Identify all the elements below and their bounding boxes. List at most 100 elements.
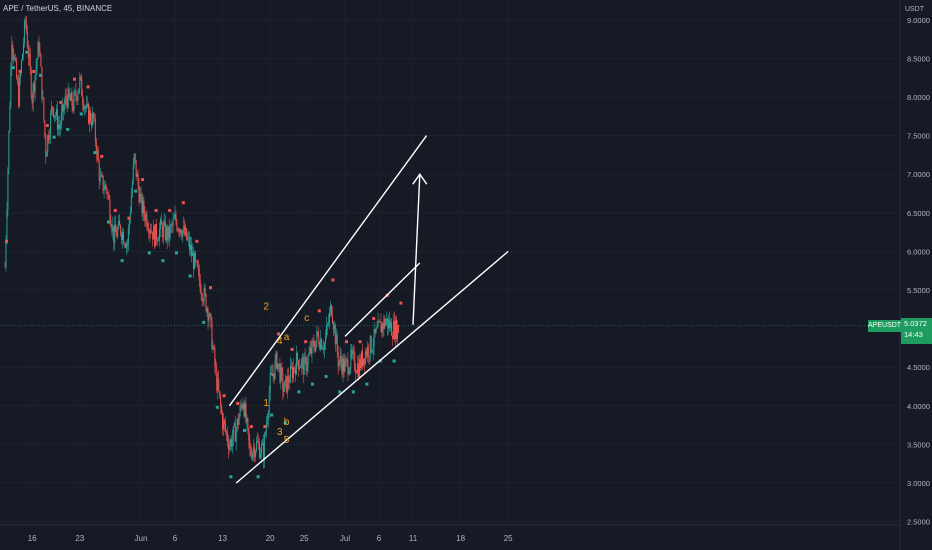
sell-flag (113, 208, 117, 212)
candle-body (49, 135, 51, 140)
candle-body (332, 322, 334, 330)
wave-label: b (284, 417, 290, 428)
y-tick-label: 8.0000 (907, 93, 930, 102)
candle-body (230, 439, 232, 448)
candle-body (138, 185, 140, 203)
sell-flag (59, 100, 63, 104)
y-tick-label: 9.0000 (907, 16, 930, 25)
candle-body (197, 266, 199, 270)
y-tick-label: 2.5000 (907, 518, 930, 527)
sell-flag (32, 69, 36, 73)
candle-body (98, 161, 100, 181)
candle-body (106, 189, 108, 194)
candle-body (29, 53, 31, 70)
x-tick-label: 13 (218, 534, 227, 543)
candle-body (323, 348, 325, 350)
sell-flag (399, 301, 403, 305)
candle-body (162, 224, 164, 238)
candle-body (309, 348, 311, 353)
candle-body (55, 115, 57, 117)
candle-body (369, 336, 371, 357)
candle-body (357, 363, 359, 374)
candle-body (336, 334, 338, 353)
candle-body (72, 106, 74, 111)
candle-body (60, 112, 62, 126)
candle-body (42, 97, 44, 99)
candle-body (183, 225, 185, 231)
candle-body (102, 175, 104, 191)
candle-body (123, 243, 125, 245)
candle-body (176, 222, 178, 231)
candle-body (40, 54, 42, 67)
candle-body (187, 238, 189, 240)
candle-body (12, 44, 14, 53)
price-chart[interactable]: 2 4 a c 1 b35 9.0000 8.5000 8.0000 7.5000 7.0000 6… (0, 0, 932, 550)
candle-body (366, 346, 368, 357)
y-tick-label: 7.5000 (907, 132, 930, 141)
candle-body (36, 59, 38, 68)
candle-body (211, 320, 213, 349)
sell-flag (141, 178, 144, 182)
candle-body (89, 110, 91, 124)
candle-body (113, 225, 115, 244)
candle-body (356, 372, 358, 374)
candle-body (65, 95, 67, 99)
candle-body (186, 228, 188, 240)
candle-body (259, 443, 261, 458)
candle-body (87, 103, 89, 105)
x-tick-label: 11 (409, 534, 418, 543)
candle-body (225, 431, 227, 434)
candle-body (131, 183, 133, 197)
candle-body (242, 403, 244, 409)
candle-body (345, 359, 347, 362)
y-tick-label: 4.0000 (907, 402, 930, 411)
candle-body (321, 339, 323, 350)
candle-body (258, 442, 260, 444)
candle-body (92, 112, 94, 119)
candle-body (217, 378, 219, 391)
candle-body (222, 413, 224, 430)
candle-body (43, 97, 45, 121)
candle-body (389, 320, 391, 329)
candle-body (167, 226, 169, 241)
sell-flag (168, 208, 172, 212)
y-tick-label: 6.0000 (907, 247, 930, 256)
candle-body (299, 367, 301, 369)
candle-body (207, 308, 209, 321)
candle-body (107, 193, 109, 195)
candle-body (13, 52, 15, 60)
candle-body (293, 367, 295, 379)
candle-body (165, 227, 167, 240)
candle-body (21, 53, 23, 61)
candle-body (171, 224, 173, 226)
candle-body (210, 313, 212, 321)
candle-body (206, 308, 208, 312)
candle-body (244, 403, 246, 417)
buy-flag (270, 413, 274, 417)
buy-flag (324, 374, 328, 378)
trend-lines (228, 135, 509, 484)
candle-body (330, 305, 332, 315)
candle-body (333, 325, 335, 330)
candle-body (285, 376, 287, 381)
candle-body (118, 220, 120, 229)
sell-flag (154, 208, 158, 212)
candle-body (5, 239, 7, 268)
candle-body (205, 294, 207, 312)
x-tick-label: Jul (340, 534, 350, 543)
x-tick-label: 25 (504, 534, 513, 543)
candle-body (280, 366, 282, 383)
candle-body (108, 194, 110, 200)
candle-body (201, 294, 203, 301)
candle-body (220, 395, 222, 407)
candle-body (190, 244, 192, 251)
candle-body (37, 42, 39, 60)
candle-body (218, 378, 220, 391)
buy-flag (297, 390, 301, 394)
wave-label: 4 (277, 336, 283, 347)
candle-body (127, 227, 129, 245)
candle-body (178, 229, 180, 233)
grid (0, 0, 901, 550)
target-arrow-shaft (412, 174, 421, 325)
candle-body (38, 42, 40, 51)
